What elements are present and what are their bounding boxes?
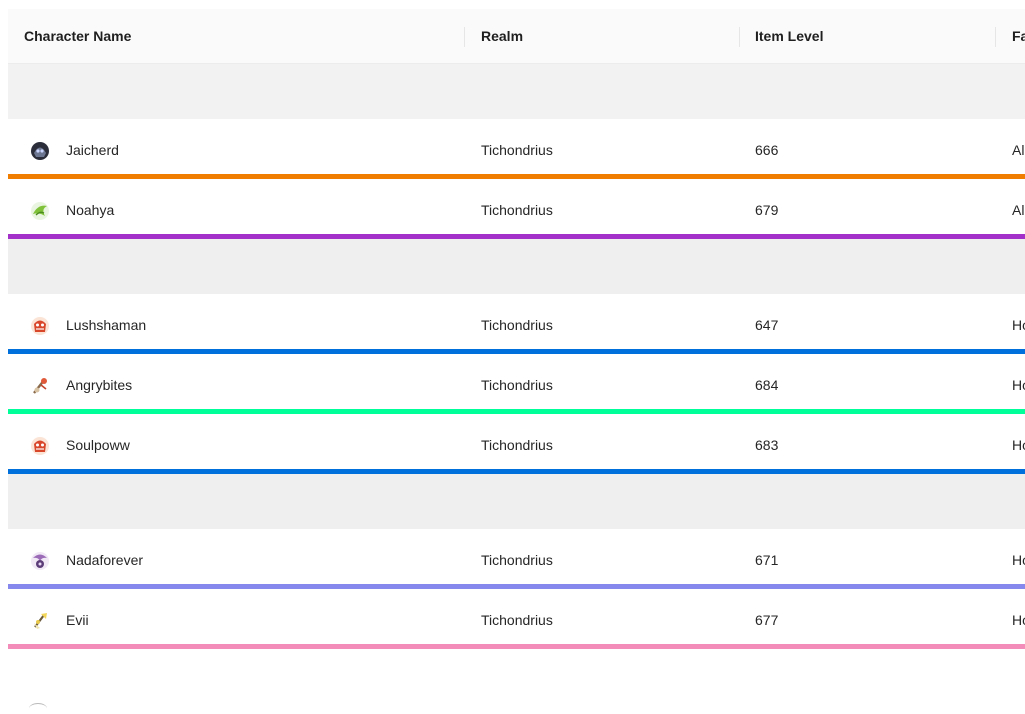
table-row[interactable]: Angrybites Tichondrius 684 Ho xyxy=(8,354,1025,414)
column-divider xyxy=(995,27,996,47)
group-header-row[interactable] xyxy=(8,474,1025,529)
character-name[interactable]: Angrybites xyxy=(66,354,132,414)
column-header-realm[interactable]: Realm xyxy=(481,9,523,63)
item-level-cell: 683 xyxy=(755,437,779,453)
group-header-row[interactable] xyxy=(8,64,1025,119)
shaman-icon xyxy=(28,434,52,458)
item-level-cell: 666 xyxy=(755,142,779,158)
table-row[interactable]: Noahya Tichondrius 679 Al xyxy=(8,179,1025,239)
character-table: Character Name Realm Item Level Fa Jaich… xyxy=(8,9,1025,649)
faction-cell: Ho xyxy=(1012,437,1025,453)
faction-cell: Al xyxy=(1012,202,1025,218)
column-divider xyxy=(464,27,465,47)
paladin-icon xyxy=(28,609,52,633)
table-header: Character Name Realm Item Level Fa xyxy=(8,9,1025,64)
shaman-icon xyxy=(28,314,52,338)
column-header-faction[interactable]: Fa xyxy=(1012,9,1025,63)
realm-cell: Tichondrius xyxy=(481,437,553,453)
character-name[interactable]: Soulpoww xyxy=(66,414,130,474)
table-row[interactable]: Evii Tichondrius 677 Ho xyxy=(8,589,1025,649)
faction-cell: Ho xyxy=(1012,552,1025,568)
table-row[interactable]: Soulpoww Tichondrius 683 Ho xyxy=(8,414,1025,474)
group-header-row[interactable] xyxy=(8,239,1025,294)
realm-cell: Tichondrius xyxy=(481,552,553,568)
faction-cell: Ho xyxy=(1012,317,1025,333)
class-color-bar xyxy=(8,644,1025,649)
faction-cell: Ho xyxy=(1012,612,1025,628)
item-level-cell: 647 xyxy=(755,317,779,333)
class-color-bar xyxy=(8,469,1025,474)
item-level-cell: 684 xyxy=(755,377,779,393)
column-divider xyxy=(739,27,740,47)
character-name[interactable]: Lushshaman xyxy=(66,294,146,354)
realm-cell: Tichondrius xyxy=(481,377,553,393)
table-row[interactable]: Lushshaman Tichondrius 647 Ho xyxy=(8,294,1025,354)
faction-cell: Ho xyxy=(1012,377,1025,393)
character-name[interactable]: Jaicherd xyxy=(66,119,119,179)
item-level-cell: 677 xyxy=(755,612,779,628)
character-name[interactable]: Evii xyxy=(66,589,89,649)
faction-cell: Al xyxy=(1012,142,1025,158)
realm-cell: Tichondrius xyxy=(481,317,553,333)
warlock-icon xyxy=(28,549,52,573)
character-name[interactable]: Noahya xyxy=(66,179,114,239)
item-level-cell: 671 xyxy=(755,552,779,568)
class-color-bar xyxy=(8,234,1025,239)
monk-icon xyxy=(28,374,52,398)
realm-cell: Tichondrius xyxy=(481,142,553,158)
table-row[interactable]: Nadaforever Tichondrius 671 Ho xyxy=(8,529,1025,589)
character-name[interactable]: Nadaforever xyxy=(66,529,143,589)
column-header-character-name[interactable]: Character Name xyxy=(24,9,131,63)
realm-cell: Tichondrius xyxy=(481,612,553,628)
table-row[interactable]: Jaicherd Tichondrius 666 Al xyxy=(8,119,1025,179)
realm-cell: Tichondrius xyxy=(481,202,553,218)
column-header-item-level[interactable]: Item Level xyxy=(755,9,823,63)
demon-hunter-icon xyxy=(28,199,52,223)
next-row-avatar xyxy=(29,703,47,714)
item-level-cell: 679 xyxy=(755,202,779,218)
death-knight-icon xyxy=(28,139,52,163)
